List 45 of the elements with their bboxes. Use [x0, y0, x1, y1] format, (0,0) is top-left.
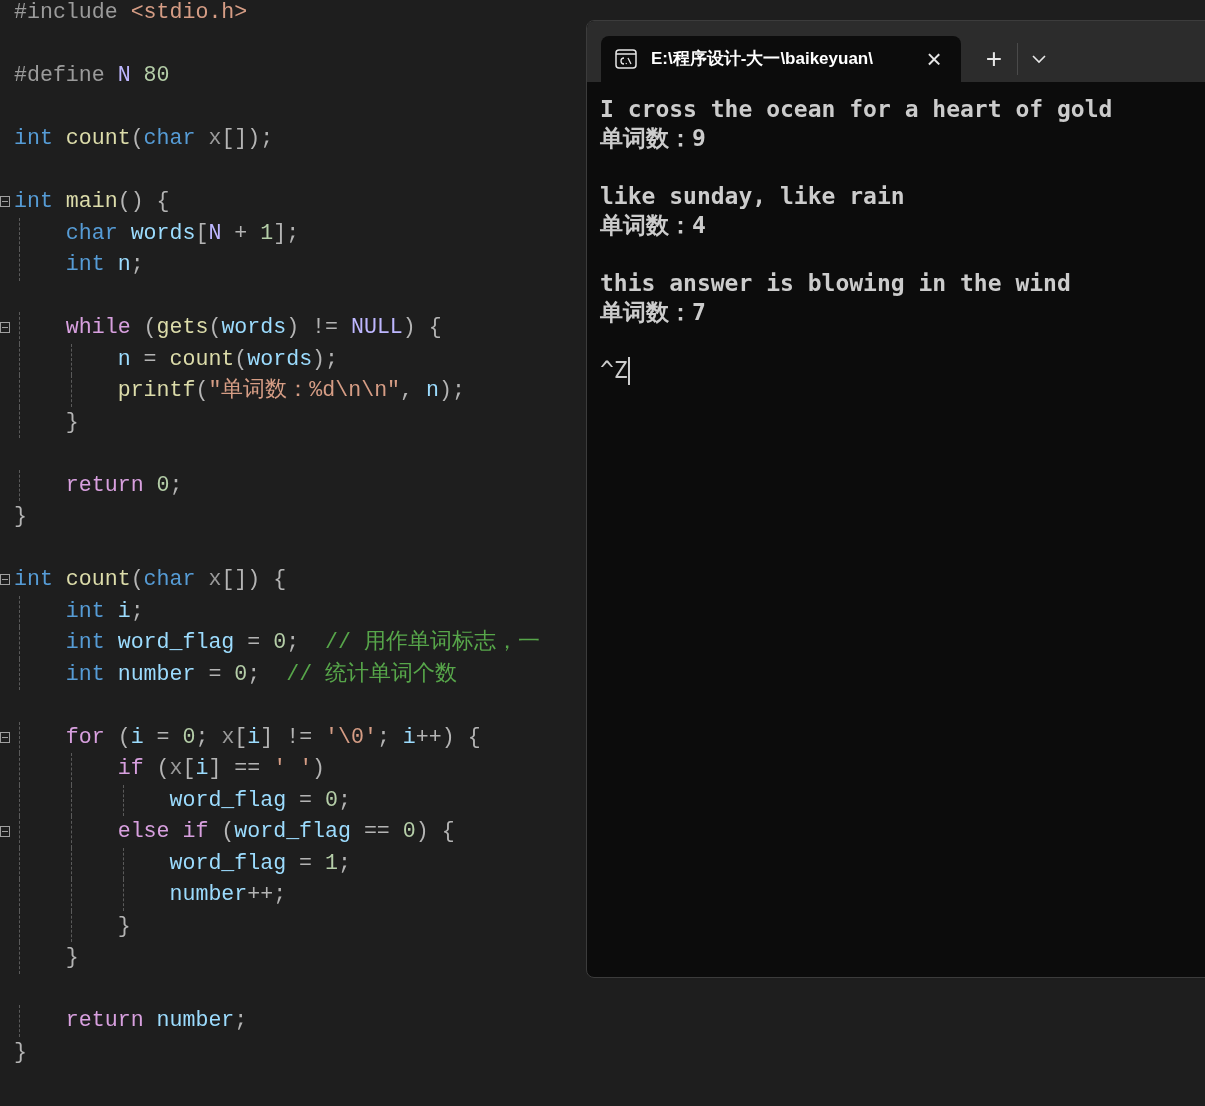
code-line: int main() {	[14, 188, 170, 215]
collapse-icon[interactable]	[0, 322, 10, 333]
terminal-input[interactable]: ^Z	[600, 356, 628, 385]
code-line: }	[14, 503, 27, 530]
code-line: int word_flag = 0; // 用作单词标志，一	[64, 628, 540, 656]
code-line: int i;	[64, 597, 144, 625]
terminal-output-line: 单词数：7	[600, 298, 706, 327]
code-line: word_flag = 0;	[168, 786, 351, 814]
chevron-down-icon[interactable]	[1032, 54, 1046, 64]
code-line: char words[N + 1];	[64, 219, 300, 247]
code-line: }	[64, 408, 79, 436]
new-tab-button[interactable]: +	[977, 42, 1011, 76]
code-line: printf("单词数：%d\n\n", n);	[116, 377, 465, 404]
close-button[interactable]: ×	[921, 46, 947, 72]
code-line: else if (word_flag == 0) {	[116, 818, 455, 845]
code-line: }	[64, 944, 79, 971]
code-line: }	[14, 1038, 27, 1066]
terminal-output-line: this answer is blowing in the wind	[600, 269, 1071, 298]
code-line: number++;	[168, 881, 287, 908]
code-line: int count(char x[]);	[14, 125, 274, 152]
collapse-icon[interactable]	[0, 574, 10, 585]
code-line: #include <stdio.h>	[14, 0, 248, 26]
collapse-icon[interactable]	[0, 196, 10, 207]
code-line: n = count(words);	[116, 345, 338, 373]
code-line: #define N 80	[14, 62, 170, 89]
terminal-tab[interactable]: E:\程序设计-大一\baikeyuan\ ×	[601, 36, 961, 82]
code-line: return number;	[64, 1007, 248, 1034]
code-line: word_flag = 1;	[168, 849, 351, 877]
tab-title: E:\程序设计-大一\baikeyuan\	[651, 48, 873, 71]
code-line: return 0;	[64, 471, 183, 499]
code-line: int count(char x[]) {	[14, 566, 287, 593]
console-icon	[615, 49, 637, 69]
terminal-output-line: 单词数：9	[600, 124, 706, 153]
text-cursor	[627, 356, 630, 385]
code-line: if (x[i] == ' ')	[116, 755, 326, 782]
terminal-output-line: I cross the ocean for a heart of gold	[600, 95, 1113, 124]
code-line: while (gets(words) != NULL) {	[64, 314, 442, 341]
collapse-icon[interactable]	[0, 826, 10, 837]
code-line: int n;	[64, 251, 144, 278]
terminal-output-line: like sunday, like rain	[600, 182, 905, 211]
code-line: int number = 0; // 统计单词个数	[64, 660, 458, 688]
collapse-icon[interactable]	[0, 731, 10, 743]
code-line: }	[116, 912, 131, 940]
code-line: for (i = 0; x[i] != '\0'; i++) {	[64, 723, 481, 751]
terminal-output-line: 单词数：4	[600, 211, 706, 240]
